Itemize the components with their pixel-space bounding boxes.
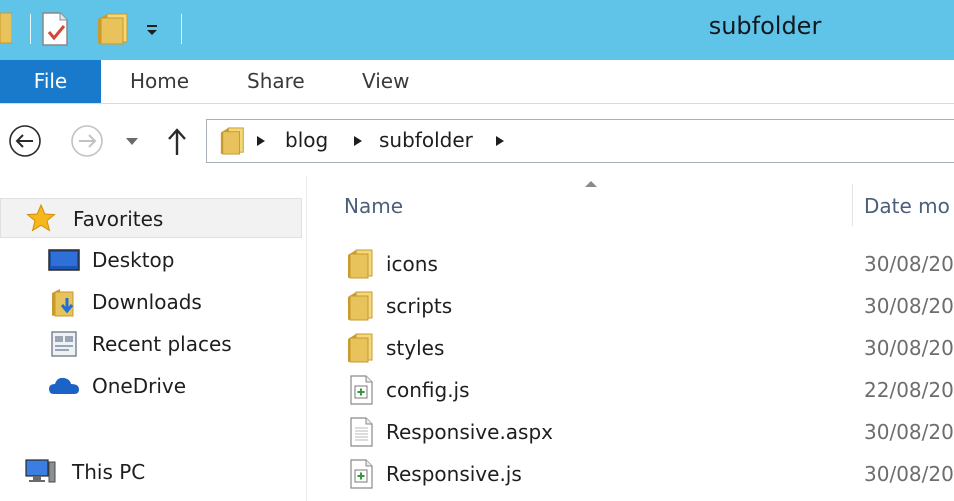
file-row[interactable]: Responsive.aspx 30/08/20 xyxy=(306,411,954,453)
aspx-file-icon xyxy=(346,416,376,448)
properties-icon[interactable] xyxy=(40,10,72,48)
nav-label: This PC xyxy=(72,460,146,484)
file-date: 22/08/20 xyxy=(864,378,954,402)
nav-item-this-pc[interactable]: This PC xyxy=(24,452,306,492)
column-header-row: Name Date mo xyxy=(306,176,954,232)
file-row[interactable]: styles 30/08/20 xyxy=(306,327,954,369)
folder-icon xyxy=(346,290,376,322)
star-icon xyxy=(26,203,56,232)
nav-label: Downloads xyxy=(92,290,202,314)
navigation-bar: blog subfolder xyxy=(0,104,954,176)
nav-label: Recent places xyxy=(92,332,232,356)
file-date: 30/08/20 xyxy=(864,420,954,444)
computer-icon xyxy=(25,459,56,483)
customize-toolbar-icon[interactable] xyxy=(142,20,162,40)
tab-view[interactable]: View xyxy=(362,60,409,103)
file-name: styles xyxy=(386,336,445,360)
nav-item-downloads[interactable]: Downloads xyxy=(48,282,306,322)
breadcrumb-subfolder[interactable]: subfolder xyxy=(379,128,473,152)
tab-share[interactable]: Share xyxy=(247,60,305,103)
forward-arrow-icon[interactable] xyxy=(70,124,104,158)
breadcrumb-arrow-icon[interactable] xyxy=(353,135,363,147)
ribbon-tabs: File Home Share View xyxy=(0,60,954,104)
folder-icon xyxy=(346,332,376,364)
navigation-pane: Favorites Desktop Downloads Recent place… xyxy=(0,176,306,501)
recent-places-icon xyxy=(51,331,77,357)
breadcrumb-arrow-icon[interactable] xyxy=(256,135,266,147)
file-name: config.js xyxy=(386,378,470,402)
address-bar[interactable]: blog subfolder xyxy=(206,119,954,163)
file-name: scripts xyxy=(386,294,453,318)
desktop-icon xyxy=(48,249,80,271)
file-row[interactable]: Responsive.js 30/08/20 xyxy=(306,453,954,495)
onedrive-cloud-icon xyxy=(49,377,79,394)
file-date: 30/08/20 xyxy=(864,336,954,360)
column-separator[interactable] xyxy=(852,184,853,226)
file-name: icons xyxy=(386,252,438,276)
sort-ascending-icon xyxy=(585,181,597,187)
column-header-name[interactable]: Name xyxy=(344,194,403,218)
file-date: 30/08/20 xyxy=(864,252,954,276)
nav-label: Favorites xyxy=(73,207,164,231)
folder-icon xyxy=(219,126,247,156)
nav-item-recent-places[interactable]: Recent places xyxy=(48,324,306,364)
nav-item-favorites[interactable]: Favorites xyxy=(0,198,302,238)
window-title: subfolder xyxy=(708,12,822,40)
nav-item-desktop[interactable]: Desktop xyxy=(48,240,306,280)
file-name: Responsive.js xyxy=(386,462,522,486)
recent-locations-icon[interactable] xyxy=(124,134,140,148)
back-arrow-icon[interactable] xyxy=(8,124,42,158)
folder-icon xyxy=(346,248,376,280)
downloads-icon xyxy=(52,289,74,317)
tab-file[interactable]: File xyxy=(0,60,101,103)
file-date: 30/08/20 xyxy=(864,294,954,318)
js-file-icon xyxy=(346,374,376,406)
file-row[interactable]: icons 30/08/20 xyxy=(306,243,954,285)
toolbar-separator xyxy=(181,14,182,44)
tab-home[interactable]: Home xyxy=(130,60,189,103)
nav-item-onedrive[interactable]: OneDrive xyxy=(48,366,306,406)
nav-label: OneDrive xyxy=(92,374,187,398)
nav-label: Desktop xyxy=(92,248,175,272)
title-bar: subfolder xyxy=(0,0,954,60)
file-list-pane: Name Date mo icons 30/08/20 scripts 30/0… xyxy=(306,176,954,501)
breadcrumb-arrow-icon[interactable] xyxy=(495,135,505,147)
file-row[interactable]: scripts 30/08/20 xyxy=(306,285,954,327)
file-date: 30/08/20 xyxy=(864,462,954,486)
file-name: Responsive.aspx xyxy=(386,420,554,444)
breadcrumb-blog[interactable]: blog xyxy=(285,128,328,152)
file-row[interactable]: config.js 22/08/20 xyxy=(306,369,954,411)
up-arrow-icon[interactable] xyxy=(166,127,188,157)
folder-icon[interactable] xyxy=(0,11,12,45)
toolbar-separator xyxy=(30,14,31,44)
js-file-icon xyxy=(346,458,376,490)
column-header-date-modified[interactable]: Date mo xyxy=(864,194,950,218)
new-folder-icon[interactable] xyxy=(96,12,130,46)
